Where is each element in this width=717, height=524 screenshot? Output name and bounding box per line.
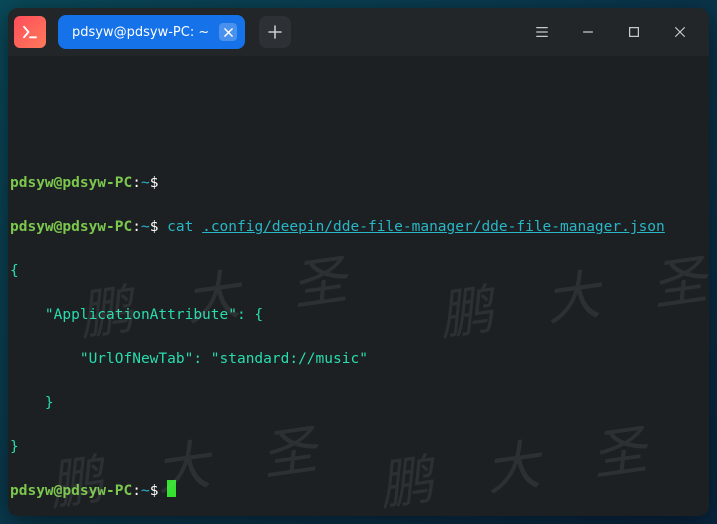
terminal-icon	[21, 23, 39, 41]
new-tab-button[interactable]	[259, 16, 291, 48]
command-cat: cat	[167, 219, 193, 235]
maximize-icon	[627, 25, 641, 39]
prompt-user: pdsyw@pdsyw-PC	[10, 175, 132, 191]
terminal-body[interactable]: 鹏 大 圣 鹏 大 圣 鹏 大 圣 鹏 大 圣 pdsyw@pdsyw-PC:~…	[8, 56, 709, 516]
terminal-line: pdsyw@pdsyw-PC:~$ cat .config/deepin/dde…	[10, 216, 707, 238]
command-arg: .config/deepin/dde-file-manager/dde-file…	[202, 219, 665, 235]
close-button[interactable]	[657, 8, 703, 56]
close-icon	[224, 28, 233, 37]
titlebar: pdsyw@pdsyw-PC: ~	[8, 8, 709, 56]
terminal-window: pdsyw@pdsyw-PC: ~	[8, 8, 709, 516]
output-line: }	[10, 436, 707, 458]
prompt-user: pdsyw@pdsyw-PC	[10, 483, 132, 499]
output-line: "ApplicationAttribute": {	[10, 304, 707, 326]
tab-active[interactable]: pdsyw@pdsyw-PC: ~	[58, 15, 245, 49]
terminal-line: pdsyw@pdsyw-PC:~$	[10, 480, 707, 502]
cursor	[167, 480, 176, 497]
output-line: }	[10, 392, 707, 414]
close-icon	[673, 25, 687, 39]
plus-icon	[268, 25, 282, 39]
minimize-button[interactable]	[565, 8, 611, 56]
output-line: "UrlOfNewTab": "standard://music"	[10, 348, 707, 370]
minimize-icon	[581, 25, 595, 39]
tab-title: pdsyw@pdsyw-PC: ~	[72, 25, 209, 40]
terminal-line: pdsyw@pdsyw-PC:~$	[10, 172, 707, 194]
menu-button[interactable]	[519, 8, 565, 56]
maximize-button[interactable]	[611, 8, 657, 56]
prompt-user: pdsyw@pdsyw-PC	[10, 219, 132, 235]
hamburger-icon	[535, 25, 549, 39]
app-icon	[14, 16, 46, 48]
tab-close-button[interactable]	[219, 23, 237, 41]
output-line: {	[10, 260, 707, 282]
